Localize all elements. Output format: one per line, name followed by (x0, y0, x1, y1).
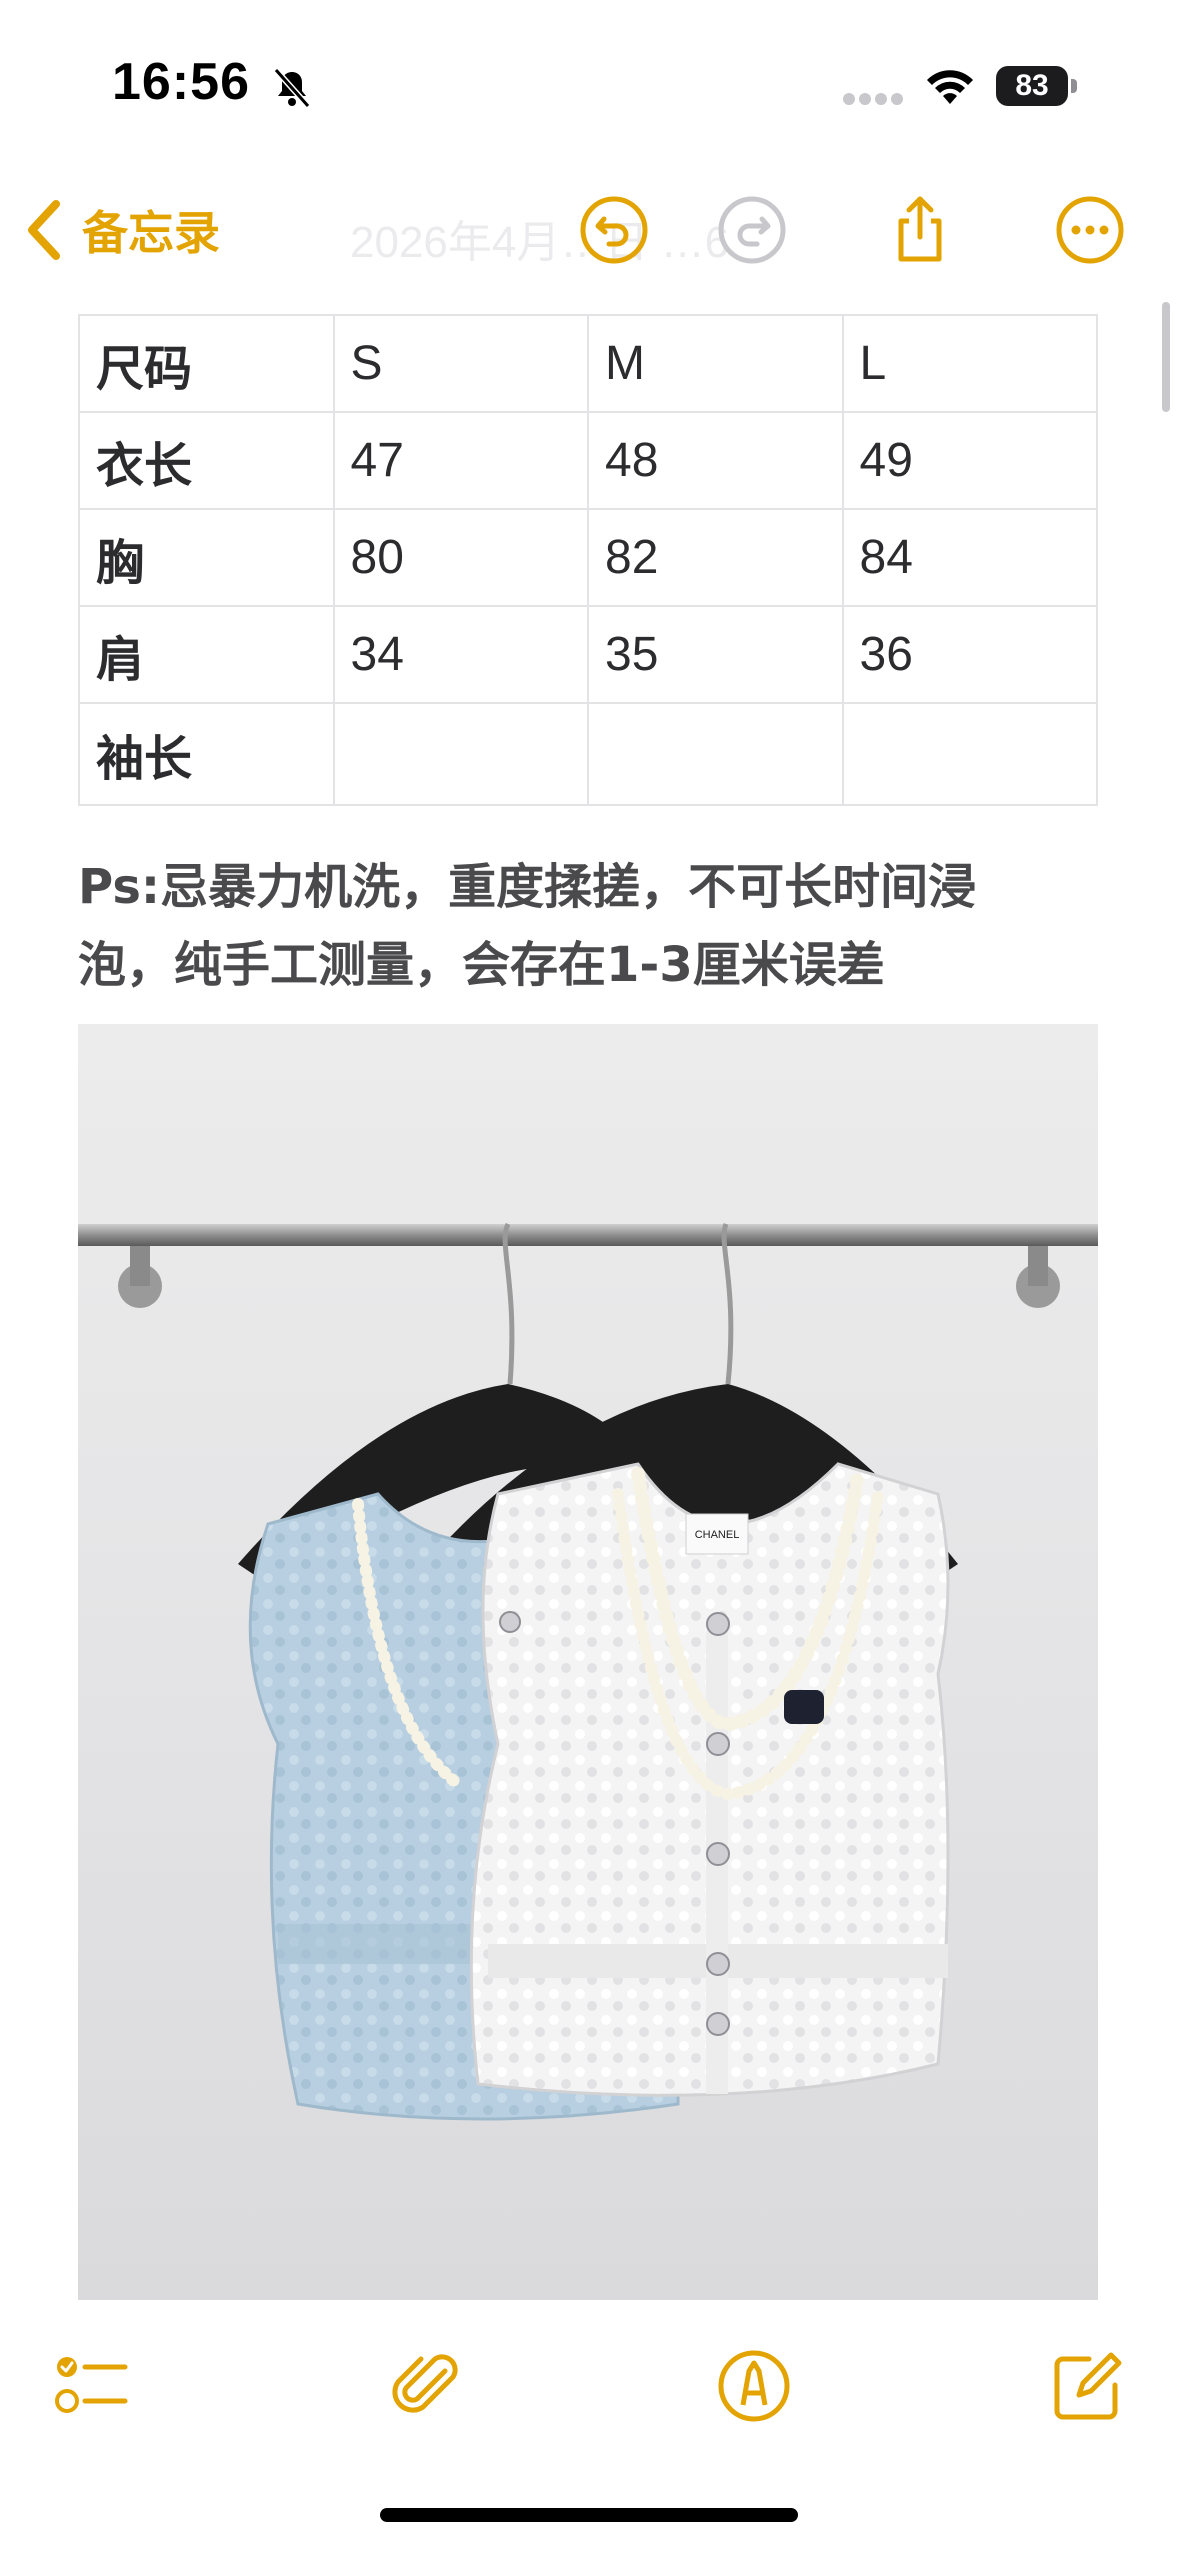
markup-pen-icon (718, 2350, 790, 2422)
undo-icon (580, 196, 648, 264)
wifi-icon (927, 70, 973, 104)
table-row: 衣长 47 48 49 (78, 411, 1098, 510)
table-cell[interactable]: S (332, 314, 589, 413)
nav-bar: 备忘录 2026年4月…日 …6 (0, 170, 1179, 290)
garment-label: CHANEL (695, 1529, 740, 1541)
table-cell[interactable]: 34 (332, 605, 589, 704)
size-table: 尺码 S M L 衣长 47 48 49 胸 80 82 84 肩 34 35 … (78, 314, 1098, 806)
back-label: 备忘录 (82, 207, 220, 259)
clothes-rail (78, 1224, 1098, 1246)
scroll-indicator[interactable] (1162, 302, 1170, 412)
compose-button[interactable] (1046, 2344, 1130, 2428)
table-cell[interactable]: 36 (841, 605, 1098, 704)
table-row: 袖长 (78, 702, 1098, 806)
attachment-button[interactable] (384, 2344, 468, 2428)
table-cell[interactable]: 胸 (78, 508, 335, 607)
table-cell[interactable]: 35 (587, 605, 844, 704)
table-cell[interactable]: L (841, 314, 1098, 413)
product-photo[interactable]: CHANEL (78, 1024, 1098, 2300)
redo-button[interactable] (712, 190, 792, 270)
checklist-icon (55, 2357, 128, 2413)
paperclip-icon (392, 2354, 458, 2413)
table-row: 胸 80 82 84 (78, 508, 1098, 607)
chevron-left-icon (28, 200, 60, 260)
table-cell[interactable]: 袖长 (78, 702, 335, 806)
table-cell[interactable]: 肩 (78, 605, 335, 704)
table-cell[interactable]: 80 (332, 508, 589, 607)
table-cell[interactable]: 48 (587, 411, 844, 510)
home-indicator[interactable] (380, 2508, 798, 2522)
note-line: 泡，纯手工测量，会存在1-3厘米误差 (78, 937, 885, 993)
table-cell[interactable]: M (587, 314, 844, 413)
logo-brooch (784, 1690, 824, 1724)
compose-icon (1054, 2352, 1122, 2420)
note-body-text[interactable]: Ps:忌暴力机洗，重度揉搓，不可长时间浸 泡，纯手工测量，会存在1-3厘米误差 (78, 848, 1118, 1004)
redo-icon (718, 196, 786, 264)
table-cell[interactable] (332, 702, 589, 806)
note-title-faded: 2026年4月…日 …6 (350, 218, 730, 267)
status-bar: 16:56 83 (0, 0, 1179, 170)
share-icon (898, 196, 942, 262)
table-row: 肩 34 35 36 (78, 605, 1098, 704)
table-cell[interactable] (587, 702, 844, 806)
markup-button[interactable] (712, 2344, 796, 2428)
battery-level: 83 (1015, 69, 1049, 102)
bell-slash-icon (273, 68, 311, 108)
table-cell[interactable]: 衣长 (78, 411, 335, 510)
table-cell[interactable]: 84 (841, 508, 1098, 607)
more-button[interactable] (1050, 190, 1130, 270)
product-photo-illustration: CHANEL (78, 1024, 1098, 2300)
battery-icon: 83 (996, 66, 1080, 106)
undo-button[interactable] (574, 190, 654, 270)
table-cell[interactable]: 49 (841, 411, 1098, 510)
status-time: 16:56 (112, 53, 250, 111)
note-line: Ps:忌暴力机洗，重度揉搓，不可长时间浸 (78, 859, 977, 915)
checklist-button[interactable] (50, 2344, 134, 2428)
ellipsis-circle-icon (1056, 196, 1124, 264)
share-button[interactable] (880, 190, 960, 270)
table-cell[interactable] (841, 702, 1098, 806)
table-cell[interactable]: 47 (332, 411, 589, 510)
back-button[interactable]: 备忘录 (22, 192, 220, 268)
table-header-row: 尺码 S M L (78, 314, 1098, 413)
table-cell[interactable]: 尺码 (78, 314, 335, 413)
table-cell[interactable]: 82 (587, 508, 844, 607)
signal-icon (843, 93, 903, 105)
